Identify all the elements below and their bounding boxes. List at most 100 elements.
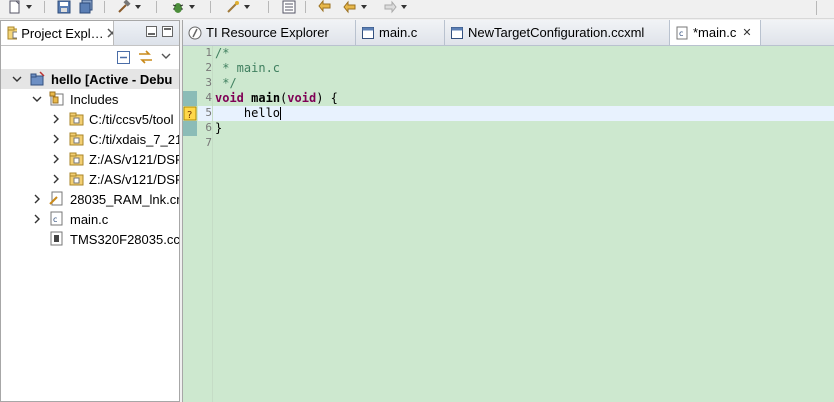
- tab-label: TI Resource Explorer: [206, 25, 329, 40]
- project-explorer-icon: [7, 26, 18, 40]
- current-line-highlight: [198, 106, 834, 121]
- tree-item-label: Z:/AS/v121/DSP: [89, 171, 180, 187]
- bug-icon: [172, 3, 184, 13]
- code-token: main: [251, 91, 281, 105]
- main-toolbar: [0, 0, 834, 19]
- debug-button[interactable]: [171, 0, 195, 14]
- chevron-down-icon: [135, 5, 141, 9]
- toolbar-separator: [104, 1, 105, 13]
- code-token: */: [215, 76, 237, 90]
- tree-item-include-path[interactable]: C:/ti/xdais_7_21: [1, 129, 179, 149]
- wand-icon: [227, 1, 239, 13]
- editor-area: TI Resource Explorer main.c NewTargetCon…: [182, 20, 834, 402]
- close-icon[interactable]: ✕: [742, 26, 751, 39]
- code-token: hello: [215, 106, 281, 120]
- include-folder-icon: [69, 112, 84, 126]
- tree-item-label: Z:/AS/v121/DSP: [89, 151, 180, 167]
- collapse-all-icon[interactable]: [117, 51, 130, 64]
- view-menu-icon[interactable]: [161, 53, 171, 60]
- chevron-right-icon[interactable]: [32, 194, 42, 204]
- linker-file-icon: [49, 191, 63, 206]
- toolbar-separator: [44, 1, 45, 13]
- resource-explorer-icon: [188, 26, 202, 39]
- text-cursor: [280, 107, 282, 120]
- chevron-down-icon: [401, 5, 407, 9]
- save-all-icon: [79, 0, 93, 14]
- code-line: hello: [215, 106, 282, 121]
- tab-main-c[interactable]: main.c: [356, 20, 445, 45]
- toolbar-separator: [268, 1, 269, 13]
- line-number: 2: [205, 61, 212, 74]
- chevron-down-icon[interactable]: [32, 94, 42, 104]
- tree-item-label: hello [Active - Debu: [51, 71, 173, 87]
- include-folder-icon: [69, 132, 84, 146]
- chevron-down-icon[interactable]: [12, 74, 22, 84]
- chevron-right-icon[interactable]: [51, 154, 61, 164]
- chevron-right-icon[interactable]: [51, 174, 61, 184]
- list-icon: [282, 0, 296, 14]
- c-file-icon: c: [676, 26, 688, 39]
- tree-item-linker-cmd[interactable]: 28035_RAM_lnk.cm: [1, 189, 179, 209]
- forward-arrow-icon: [384, 0, 397, 14]
- minimize-icon[interactable]: [146, 26, 157, 37]
- code-line: * main.c: [215, 61, 280, 76]
- save-all-button[interactable]: [79, 0, 93, 14]
- chevron-right-icon[interactable]: [32, 214, 42, 224]
- svg-text:c: c: [679, 29, 683, 38]
- tree-item-project-hello[interactable]: hello [Active - Debu: [1, 69, 179, 89]
- code-token: /*: [215, 46, 230, 60]
- file-icon: [451, 26, 463, 39]
- new-button[interactable]: [8, 0, 32, 14]
- link-with-editor-icon[interactable]: [138, 50, 153, 64]
- includes-icon: [49, 91, 64, 106]
- chevron-down-icon: [244, 5, 250, 9]
- include-folder-icon: [69, 152, 84, 166]
- tab-label: NewTargetConfiguration.ccxml: [468, 25, 645, 40]
- forward-button[interactable]: [383, 0, 407, 14]
- project-explorer-panel: Project Expl… hello [Active - Debu Inclu…: [0, 20, 180, 402]
- c-file-icon: c: [50, 211, 63, 226]
- line-number: 7: [205, 136, 212, 149]
- code-line: }: [215, 121, 222, 136]
- tab-project-explorer[interactable]: Project Expl…: [1, 21, 114, 45]
- tree-item-include-path[interactable]: C:/ti/ccsv5/tool: [1, 109, 179, 129]
- back-button[interactable]: [343, 0, 367, 14]
- code-token: * main.c: [215, 61, 281, 75]
- tree-item-main-c[interactable]: c main.c: [1, 209, 179, 229]
- tree-item-include-path[interactable]: Z:/AS/v121/DSP: [1, 149, 179, 169]
- gutter-separator: [212, 46, 213, 402]
- tab-new-target-configuration[interactable]: NewTargetConfiguration.ccxml: [445, 20, 670, 45]
- back-arrow-icon: [318, 0, 331, 13]
- close-icon[interactable]: [107, 28, 113, 38]
- tree-item-target-config[interactable]: TMS320F28035.ccx: [1, 229, 179, 249]
- last-edit-button[interactable]: [318, 0, 332, 14]
- chevron-right-icon[interactable]: [51, 114, 61, 124]
- maximize-icon[interactable]: [162, 26, 173, 37]
- line-number: 5: [205, 106, 212, 119]
- build-button[interactable]: [117, 0, 141, 14]
- tab-ti-resource-explorer[interactable]: TI Resource Explorer: [183, 20, 356, 45]
- chevron-down-icon: [26, 5, 32, 9]
- save-icon: [57, 0, 71, 14]
- line-number: 3: [205, 76, 212, 89]
- tab-label: *main.c: [693, 25, 737, 40]
- chevron-right-icon[interactable]: [51, 134, 61, 144]
- tree-item-includes[interactable]: Includes: [1, 89, 179, 109]
- tree-item-include-path[interactable]: Z:/AS/v121/DSP: [1, 169, 179, 189]
- line-number: 4: [205, 91, 212, 104]
- project-explorer-tab-label: Project Expl…: [21, 25, 104, 41]
- include-folder-icon: [69, 172, 84, 186]
- tree-item-label: main.c: [70, 211, 109, 227]
- tools-button[interactable]: [226, 0, 250, 14]
- code-token: void: [215, 91, 244, 105]
- line-number-gutter: 1 2 3 4 5 6 7: [183, 46, 214, 402]
- file-icon: [362, 26, 374, 39]
- toolbar-separator: [210, 1, 211, 13]
- save-button[interactable]: [57, 0, 71, 14]
- tab-main-c-dirty[interactable]: c *main.c ✕: [670, 20, 761, 45]
- back-arrow-icon: [343, 0, 356, 14]
- code-token: void: [287, 91, 317, 105]
- console-button[interactable]: [282, 0, 296, 14]
- tree-item-label: TMS320F28035.ccx: [70, 231, 180, 247]
- svg-text:c: c: [53, 215, 57, 224]
